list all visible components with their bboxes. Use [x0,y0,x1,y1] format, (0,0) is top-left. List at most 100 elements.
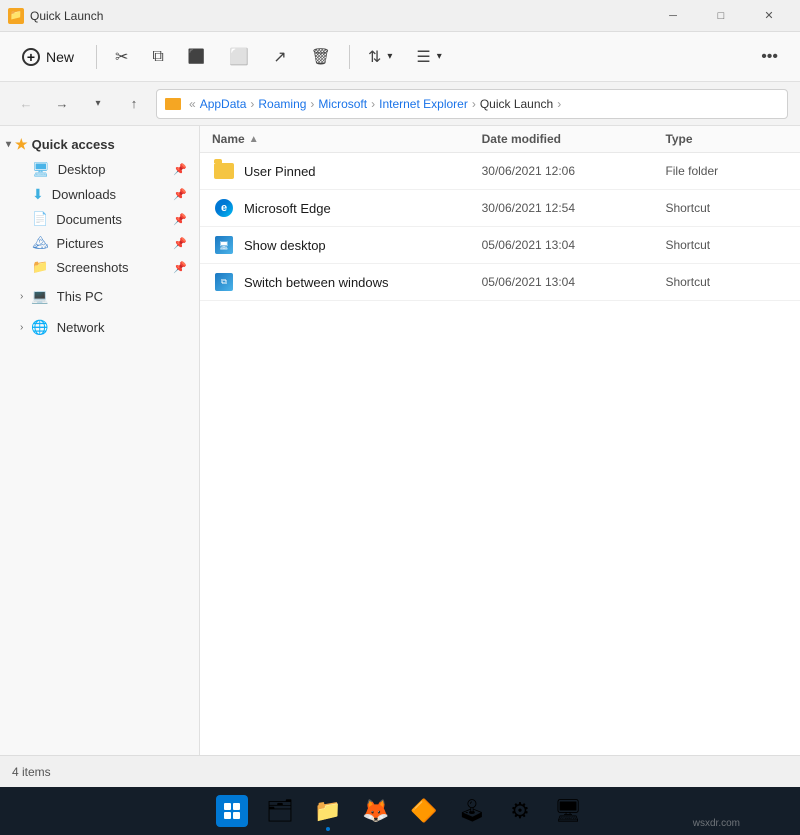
watermark: wsxdr.com [693,818,740,829]
forward-button[interactable]: → [48,90,76,118]
more-button[interactable]: ••• [751,42,788,72]
minimize-button[interactable]: ─ [650,0,696,32]
main-layout: ▾ ★ Quick access 🖥 Desktop 📌 ⬇ Downloads… [0,126,800,755]
taskbar-item-display[interactable]: 🖥 [546,789,590,833]
shortcut-app-icon: 🖥 [215,236,233,254]
taskbar-item-firefox[interactable]: 🦊 [354,789,398,833]
new-label: New [46,49,74,65]
maximize-button[interactable]: □ [698,0,744,32]
header-date[interactable]: Date modified [482,132,666,146]
documents-label: Documents [56,212,122,227]
firefox-icon: 🦊 [362,798,389,824]
sidebar-item-documents[interactable]: 📄 Documents 📌 [4,207,195,231]
toolbar-divider-2 [349,45,350,69]
new-plus-icon: + [22,48,40,66]
taskbar-item-explorer[interactable]: 📁 [306,789,350,833]
breadcrumb-appdata[interactable]: AppData [200,97,247,111]
sort-button[interactable]: ⇅ ▾ [358,41,402,73]
display-icon: 🖥 [554,798,582,824]
sidebar-item-downloads[interactable]: ⬇ Downloads 📌 [4,182,195,207]
documents-icon: 📄 [32,211,48,227]
taskbar-item-vlc[interactable]: 🔶 [402,789,446,833]
taskbar-item-game[interactable]: 🕹 [450,789,494,833]
title-bar: 📁 Quick Launch ─ □ ✕ [0,0,800,32]
folder-icon [212,161,236,181]
file-list: Name ▲ Date modified Type User Pinned 30… [200,126,800,755]
widgets-icon: 🗂 [266,798,294,824]
header-type[interactable]: Type [665,132,788,146]
taskbar-item-widgets[interactable]: 🗂 [258,789,302,833]
desktop-icon: 🖥 [32,161,50,178]
sidebar-item-this-pc[interactable]: › 💻 This PC [4,283,195,310]
switch-icon: ⧉ [212,272,236,292]
close-button[interactable]: ✕ [746,0,792,32]
file-type-cell: Shortcut [665,275,788,289]
view-arrow: ▾ [437,51,442,62]
recent-button[interactable]: ▾ [84,90,112,118]
sort-arrow-icon: ▲ [249,134,259,145]
sidebar-item-screenshots[interactable]: 📁 Screenshots 📌 [4,255,195,279]
rename-icon: ⬜ [229,47,249,67]
screenshots-label: Screenshots [56,260,128,275]
windows-start-icon [216,795,248,827]
pictures-icon: 🏔 [32,235,49,251]
switch-app-icon: ⧉ [215,273,233,291]
cut-button[interactable]: ✂ [105,41,138,73]
delete-button[interactable]: 🗑 [301,41,341,73]
quick-access-section: ▾ ★ Quick access 🖥 Desktop 📌 ⬇ Downloads… [0,132,199,279]
sidebar-item-pictures[interactable]: 🏔 Pictures 📌 [4,231,195,255]
paste-button[interactable]: ⬛ [178,42,215,71]
sidebar-item-network[interactable]: › 🌐 Network [4,314,195,341]
shortcut-icon: 🖥 [212,235,236,255]
sort-icon: ⇅ [368,47,381,67]
breadcrumb-roaming[interactable]: Roaming [258,97,306,111]
toolbar-divider-1 [96,45,97,69]
up-button[interactable]: ↑ [120,90,148,118]
folder-yellow-icon [214,163,234,179]
table-row[interactable]: 🖥 Show desktop 05/06/2021 13:04 Shortcut [200,227,800,264]
sidebar-item-desktop[interactable]: 🖥 Desktop 📌 [4,157,195,182]
edge-app-icon: e [215,199,233,217]
quick-access-label: Quick access [32,137,115,152]
new-button[interactable]: + New [12,42,88,72]
downloads-pin-icon: 📌 [173,188,187,201]
more-icon: ••• [761,48,778,66]
rename-button[interactable]: ⬜ [219,41,259,73]
breadcrumb-folder-icon [165,98,181,110]
table-row[interactable]: e Microsoft Edge 30/06/2021 12:54 Shortc… [200,190,800,227]
quick-access-header[interactable]: ▾ ★ Quick access [0,132,199,157]
breadcrumb-ie[interactable]: Internet Explorer [379,97,468,111]
pictures-label: Pictures [57,236,104,251]
network-label: Network [57,320,105,335]
file-type-cell: Shortcut [665,201,788,215]
downloads-icon: ⬇ [32,186,44,203]
this-pc-icon: 💻 [31,288,48,305]
file-name-label: Switch between windows [244,275,389,290]
breadcrumb-separator-0: « [189,97,196,111]
taskbar-item-settings[interactable]: ⚙ [498,789,542,833]
taskbar-item-start[interactable] [210,789,254,833]
file-name-label: Microsoft Edge [244,201,331,216]
status-bar: 4 items [0,755,800,787]
file-name-cell: e Microsoft Edge [212,198,482,218]
share-button[interactable]: ↗ [263,41,296,73]
file-name-label: Show desktop [244,238,326,253]
file-date-cell: 05/06/2021 13:04 [482,238,666,252]
breadcrumb[interactable]: « AppData › Roaming › Microsoft › Intern… [156,89,788,119]
quick-access-star-icon: ★ [15,136,28,153]
back-button[interactable]: ← [12,90,40,118]
header-name[interactable]: Name ▲ [212,132,482,146]
item-count-label: 4 items [12,765,51,779]
desktop-pin-icon: 📌 [173,163,187,176]
file-name-label: User Pinned [244,164,316,179]
this-pc-label: This PC [57,289,103,304]
network-icon: 🌐 [31,319,48,336]
copy-button[interactable]: ⧉ [142,42,173,72]
file-date-cell: 05/06/2021 13:04 [482,275,666,289]
view-button[interactable]: ☰ ▾ [406,41,451,73]
table-row[interactable]: User Pinned 30/06/2021 12:06 File folder [200,153,800,190]
breadcrumb-microsoft[interactable]: Microsoft [318,97,367,111]
table-row[interactable]: ⧉ Switch between windows 05/06/2021 13:0… [200,264,800,301]
share-icon: ↗ [273,47,286,67]
file-name-cell: User Pinned [212,161,482,181]
